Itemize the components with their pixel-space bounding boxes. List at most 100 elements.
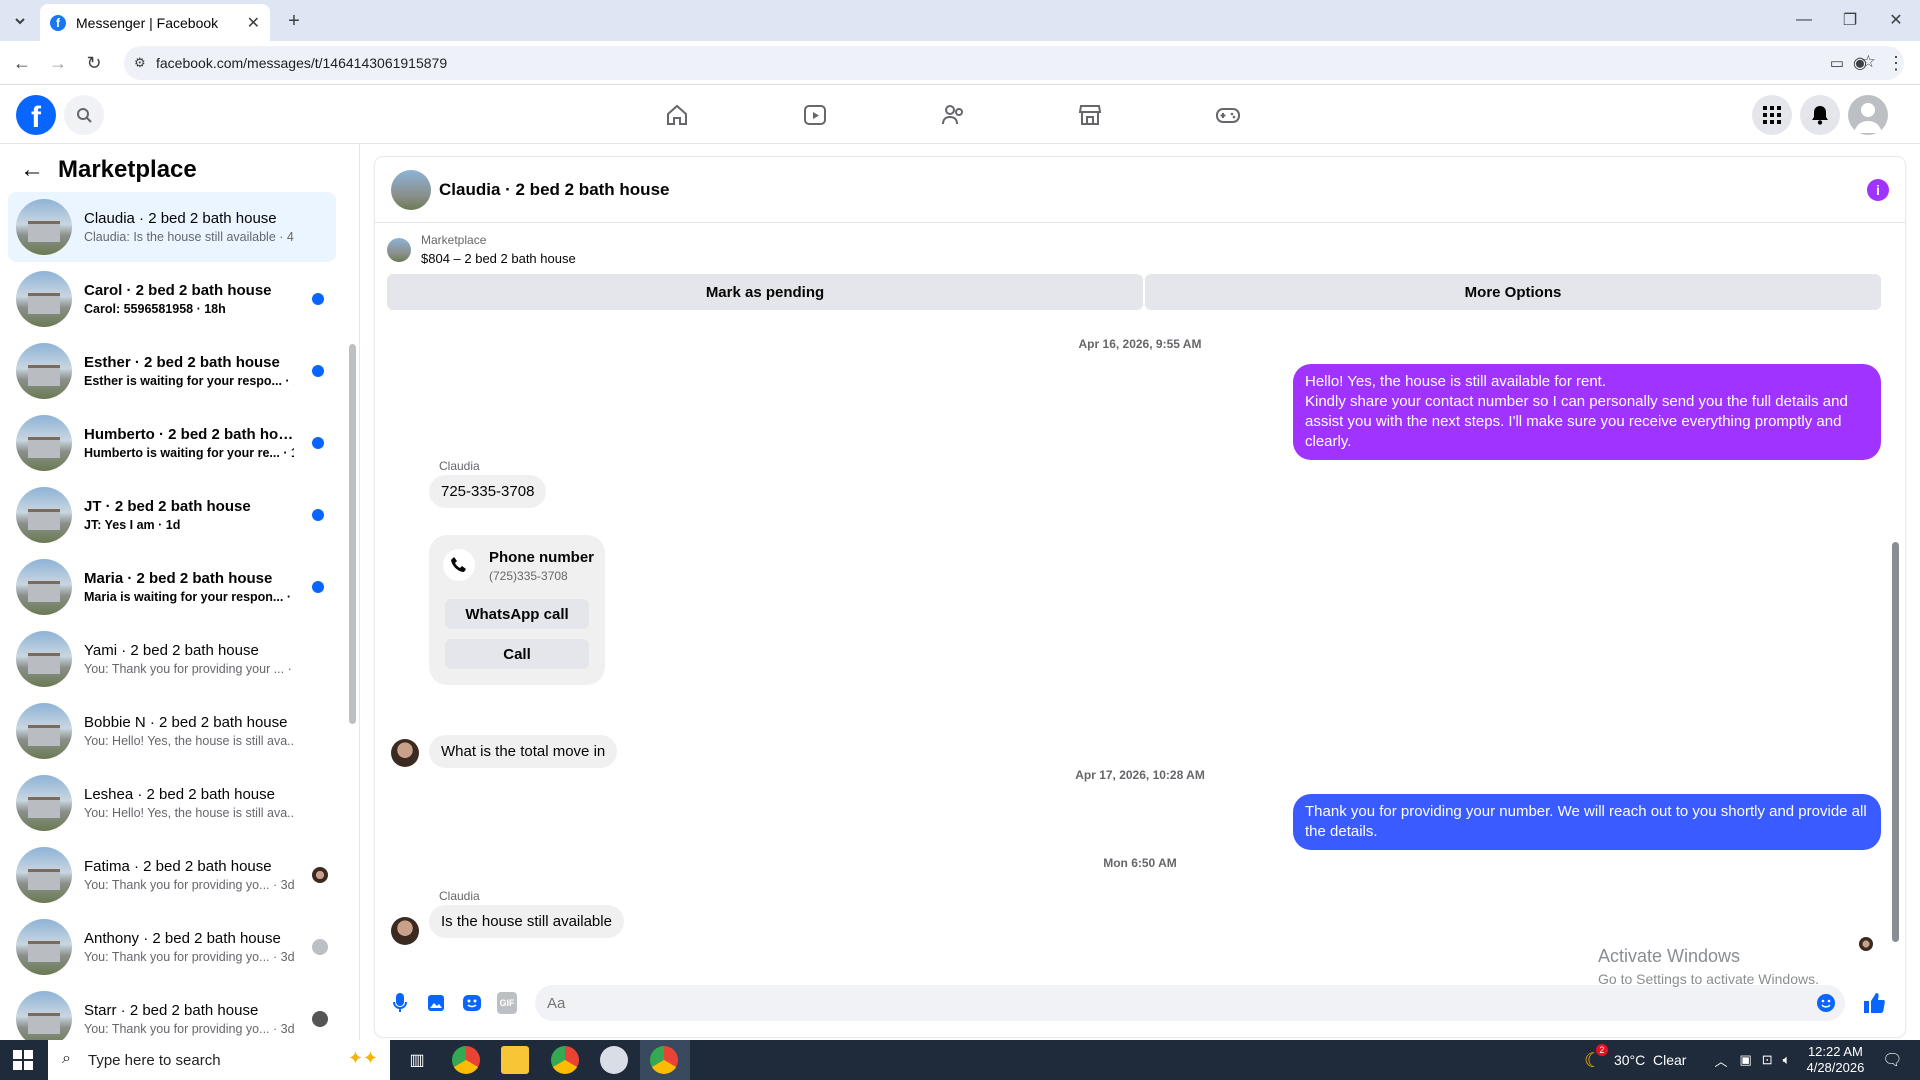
- task-view-icon[interactable]: ▥: [404, 1048, 430, 1072]
- sticker-icon[interactable]: [461, 992, 483, 1014]
- sender-name: Claudia: [439, 459, 480, 473]
- conversation-name: Starr · 2 bed 2 bath house: [84, 1002, 259, 1019]
- taskbar-search-placeholder: Type here to search: [88, 1051, 221, 1069]
- close-window-icon[interactable]: ✕: [1882, 8, 1910, 32]
- call-button[interactable]: Call: [445, 639, 589, 669]
- marketplace-listing[interactable]: Marketplace $804 – 2 bed 2 bath house: [387, 233, 576, 266]
- conversation-item[interactable]: Yami · 2 bed 2 bath house You: Thank you …: [8, 624, 336, 694]
- install-app-icon[interactable]: ▭: [1830, 54, 1844, 72]
- listing-thumbnail: [387, 237, 411, 262]
- show-hidden-icons-chevron-icon[interactable]: ︿: [1714, 1051, 1727, 1070]
- chat-avatar[interactable]: [391, 169, 431, 210]
- whatsapp-call-button[interactable]: WhatsApp call: [445, 599, 589, 629]
- seen-avatar: [312, 1011, 328, 1027]
- clock[interactable]: 12:22 AM 4/28/2026: [1806, 1044, 1864, 1076]
- chat-scrollbar[interactable]: [1892, 542, 1899, 942]
- conversation-item[interactable]: Fatima · 2 bed 2 bath house You: Thank yo…: [8, 840, 336, 910]
- phone-icon: [443, 549, 475, 581]
- site-info-icon[interactable]: ⚙: [134, 55, 146, 71]
- outgoing-message[interactable]: Thank you for providing your number. We …: [1293, 794, 1881, 850]
- conversation-item[interactable]: Claudia · 2 bed 2 bath house Claudia: Is …: [8, 192, 336, 262]
- message-input[interactable]: [535, 985, 1845, 1021]
- conversation-item[interactable]: Humberto · 2 bed 2 bath house Humberto is…: [8, 408, 336, 478]
- conversation-item[interactable]: JT · 2 bed 2 bath house JT: Yes I am · 1d: [8, 480, 336, 550]
- taskbar-search-box[interactable]: ⌕ Type here to search ✦✦: [48, 1040, 390, 1080]
- incoming-message[interactable]: Is the house still available: [429, 905, 624, 938]
- menu-grid-icon[interactable]: [1752, 95, 1792, 135]
- conversation-item[interactable]: Carol · 2 bed 2 bath house Carol: 5596581…: [8, 264, 336, 334]
- like-thumb-icon[interactable]: [1861, 990, 1887, 1016]
- notifications-bell-icon[interactable]: [1800, 95, 1840, 135]
- marketplace-nav-icon[interactable]: [1072, 97, 1108, 133]
- chat-title[interactable]: Claudia · 2 bed 2 bath house: [439, 180, 669, 200]
- browser-tab[interactable]: f Messenger | Facebook ✕: [40, 4, 270, 41]
- url-bar[interactable]: ⚙ facebook.com/messages/t/14641430619158…: [124, 46, 1904, 80]
- tab-list-chevron-icon[interactable]: [8, 9, 32, 33]
- back-arrow-icon[interactable]: ←: [10, 51, 34, 75]
- timestamp: Apr 17, 2026, 10:28 AM: [1075, 768, 1205, 782]
- paint-app-icon[interactable]: [600, 1046, 628, 1074]
- reload-icon[interactable]: ↻: [82, 51, 106, 75]
- chrome-profile-app-icon[interactable]: [551, 1046, 579, 1074]
- back-arrow-icon[interactable]: ←: [20, 156, 44, 184]
- conversation-item[interactable]: Bobbie N · 2 bed 2 bath house You: Hello!…: [8, 696, 336, 766]
- file-explorer-icon[interactable]: [501, 1046, 529, 1074]
- conversation-name: Carol · 2 bed 2 bath house: [84, 282, 272, 299]
- conversation-snippet: You: Thank you for providing yo... · 3d: [84, 878, 294, 892]
- activate-windows-watermark: Activate Windows Go to Settings to activ…: [1598, 946, 1819, 987]
- conversation-item[interactable]: Anthony · 2 bed 2 bath house You: Thank y…: [8, 912, 336, 982]
- network-icon[interactable]: ⊡: [1762, 1052, 1773, 1068]
- url-text: facebook.com/messages/t/1464143061915879: [156, 55, 448, 71]
- account-avatar[interactable]: [1848, 95, 1888, 135]
- more-options-button[interactable]: More Options: [1145, 274, 1881, 310]
- conversation-item[interactable]: Leshea · 2 bed 2 bath house You: Hello! Y…: [8, 768, 336, 838]
- conversation-snippet: You: Hello! Yes, the house is still ava.…: [84, 734, 294, 748]
- browser-menu-icon[interactable]: ⋮: [1884, 51, 1908, 75]
- restore-icon[interactable]: ❐: [1836, 8, 1864, 32]
- forward-arrow-icon[interactable]: →: [46, 51, 70, 75]
- mark-pending-button[interactable]: Mark as pending: [387, 274, 1143, 310]
- conversation-name: Humberto · 2 bed 2 bath house: [84, 426, 294, 443]
- listing-avatar: [16, 703, 72, 759]
- search-icon[interactable]: [64, 95, 104, 135]
- photo-icon[interactable]: [425, 992, 447, 1014]
- gif-icon[interactable]: GIF: [497, 992, 517, 1014]
- conversation-name: Claudia · 2 bed 2 bath house: [84, 210, 277, 227]
- windows-start-icon[interactable]: [10, 1048, 36, 1072]
- incoming-message[interactable]: What is the total move in: [429, 735, 618, 768]
- weather-moon-icon[interactable]: ☾ 2: [1584, 1043, 1608, 1073]
- volume-icon[interactable]: 🔈︎: [1783, 1052, 1791, 1068]
- emoji-icon[interactable]: [1815, 992, 1837, 1014]
- weather-text[interactable]: 30°C Clear: [1614, 1052, 1687, 1068]
- friends-nav-icon[interactable]: [935, 97, 971, 133]
- active-chrome-window[interactable]: [640, 1040, 690, 1080]
- conversation-snippet: You: Thank you for providing yo... · 3d: [84, 1022, 294, 1036]
- conversation-snippet: You: Hello! Yes, the house is still ava.…: [84, 806, 294, 820]
- address-toolbar: ← → ↻ ⚙ facebook.com/messages/t/14641430…: [0, 41, 1920, 85]
- chrome-app-icon[interactable]: [452, 1046, 480, 1074]
- minimize-icon[interactable]: —: [1790, 8, 1818, 32]
- incoming-message[interactable]: 725-335-3708: [429, 475, 547, 508]
- system-tray: ☾ 2 30°C Clear ︿ ▣ ⊡ 🔈︎ 12:22 AM 4/28/202…: [1584, 1040, 1903, 1080]
- notification-center-icon[interactable]: 🗨︎: [1882, 1050, 1902, 1070]
- sidebar-scrollbar[interactable]: [349, 344, 356, 724]
- facebook-logo-icon[interactable]: f: [16, 95, 56, 135]
- new-tab-plus-icon[interactable]: +: [282, 9, 306, 33]
- meet-now-icon[interactable]: ▣: [1739, 1052, 1751, 1068]
- chrome-active-app-icon: [650, 1046, 678, 1074]
- listing-avatar: [16, 991, 72, 1047]
- conversation-item[interactable]: Esther · 2 bed 2 bath house Esther is wai…: [8, 336, 336, 406]
- microphone-icon[interactable]: [389, 992, 411, 1014]
- info-icon[interactable]: i: [1867, 179, 1889, 201]
- gaming-nav-icon[interactable]: [1210, 97, 1246, 133]
- home-nav-icon[interactable]: [659, 97, 695, 133]
- unread-dot: [312, 437, 324, 449]
- conversation-item[interactable]: Maria · 2 bed 2 bath house Maria is waiti…: [8, 552, 336, 622]
- video-nav-icon[interactable]: [797, 97, 833, 133]
- conversation-name: Leshea · 2 bed 2 bath house: [84, 786, 275, 803]
- outgoing-message[interactable]: Hello! Yes, the house is still available…: [1293, 364, 1881, 460]
- listing-avatar: [16, 271, 72, 327]
- tab-close-icon[interactable]: ✕: [247, 13, 260, 33]
- conversation-name: Bobbie N · 2 bed 2 bath house: [84, 714, 288, 731]
- profile-icon[interactable]: ◉: [1848, 51, 1872, 75]
